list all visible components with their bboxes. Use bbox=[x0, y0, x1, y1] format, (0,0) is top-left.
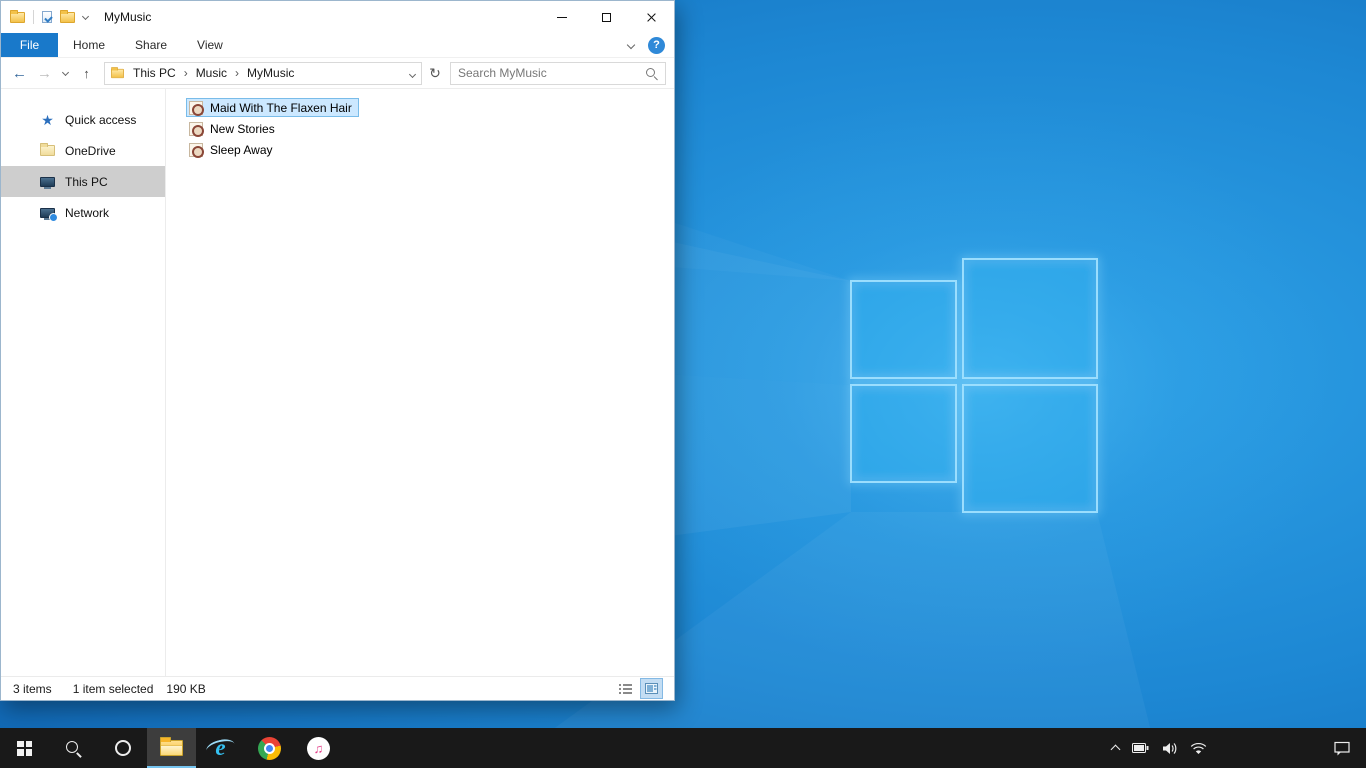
file-explorer-icon bbox=[160, 737, 183, 756]
file-explorer-window: MyMusic File Home Share View ? ← → ↑ Thi… bbox=[0, 0, 675, 701]
cortana-button[interactable] bbox=[98, 728, 147, 768]
window-title: MyMusic bbox=[104, 10, 152, 24]
sidebar-item-onedrive[interactable]: OneDrive bbox=[1, 135, 165, 166]
recent-locations-chevron-icon[interactable] bbox=[57, 68, 74, 76]
taskbar-itunes-button[interactable]: ♫ bbox=[294, 728, 343, 768]
sidebar-item-quick-access[interactable]: ★ Quick access bbox=[1, 104, 165, 135]
onedrive-icon bbox=[39, 143, 56, 156]
up-button[interactable]: ↑ bbox=[74, 67, 99, 80]
maximize-button[interactable] bbox=[584, 1, 629, 33]
details-view-button[interactable] bbox=[615, 679, 636, 698]
file-item-maid-with-the-flaxen-hair[interactable]: Maid With The Flaxen Hair bbox=[186, 98, 359, 117]
items-count: 3 items bbox=[13, 681, 52, 696]
tab-share[interactable]: Share bbox=[120, 33, 182, 57]
sidebar-item-label: OneDrive bbox=[65, 143, 116, 158]
file-item-sleep-away[interactable]: Sleep Away bbox=[186, 140, 280, 159]
window-folder-icon[interactable] bbox=[10, 9, 25, 23]
tab-view[interactable]: View bbox=[182, 33, 238, 57]
quick-access-star-icon: ★ bbox=[41, 111, 54, 128]
back-button[interactable]: ← bbox=[7, 66, 32, 81]
customize-qat-chevron-icon[interactable] bbox=[81, 12, 90, 20]
breadcrumb-separator: › bbox=[235, 66, 240, 80]
sidebar-item-this-pc[interactable]: This PC bbox=[1, 166, 165, 197]
sidebar-item-network[interactable]: Network bbox=[1, 197, 165, 228]
file-name: Sleep Away bbox=[210, 142, 273, 157]
address-bar: ← → ↑ This PC › Music › MyMusic ↻ bbox=[1, 58, 674, 89]
volume-icon[interactable] bbox=[1162, 742, 1177, 755]
music-file-icon bbox=[189, 121, 204, 137]
window-controls bbox=[539, 1, 674, 33]
show-hidden-icons-chevron-icon[interactable] bbox=[1110, 744, 1121, 755]
navigation-pane: ★ Quick access OneDrive This PC Network bbox=[1, 89, 166, 676]
sidebar-item-label: Quick access bbox=[65, 112, 137, 127]
taskbar: e ♫ bbox=[0, 728, 1366, 768]
minimize-button[interactable] bbox=[539, 1, 584, 33]
large-icons-view-button[interactable] bbox=[640, 678, 663, 699]
close-button[interactable] bbox=[629, 1, 674, 33]
this-pc-icon bbox=[39, 176, 56, 189]
sidebar-item-label: Network bbox=[65, 205, 110, 220]
breadcrumb-mymusic[interactable]: MyMusic bbox=[242, 66, 299, 80]
minimize-icon bbox=[556, 16, 567, 18]
taskbar-file-explorer-button[interactable] bbox=[147, 728, 196, 768]
tab-home[interactable]: Home bbox=[58, 33, 120, 57]
file-name: New Stories bbox=[210, 121, 275, 136]
close-icon bbox=[646, 12, 657, 23]
file-item-new-stories[interactable]: New Stories bbox=[186, 119, 282, 138]
selection-count: 1 item selected bbox=[72, 681, 154, 696]
address-box[interactable]: This PC › Music › MyMusic bbox=[104, 61, 422, 85]
itunes-icon: ♫ bbox=[307, 736, 330, 760]
wifi-icon[interactable] bbox=[1190, 742, 1207, 755]
breadcrumb-separator: › bbox=[183, 66, 188, 80]
location-folder-icon bbox=[111, 66, 124, 78]
properties-icon[interactable] bbox=[42, 11, 52, 23]
taskbar-chrome-button[interactable] bbox=[245, 728, 294, 768]
search-input[interactable] bbox=[458, 66, 645, 80]
action-center-icon bbox=[1334, 741, 1350, 755]
file-name: Maid With The Flaxen Hair bbox=[210, 100, 352, 115]
taskbar-search-button[interactable] bbox=[49, 728, 98, 768]
screen: MyMusic File Home Share View ? ← → ↑ Thi… bbox=[0, 0, 1366, 768]
taskbar-internet-explorer-button[interactable]: e bbox=[196, 728, 245, 768]
sidebar-item-label: This PC bbox=[65, 174, 108, 189]
large-icons-view-icon bbox=[645, 683, 658, 694]
music-file-icon bbox=[189, 100, 204, 116]
internet-explorer-icon: e bbox=[208, 735, 234, 761]
help-button[interactable]: ? bbox=[648, 36, 665, 54]
maximize-icon bbox=[602, 12, 611, 22]
address-dropdown-chevron-icon[interactable] bbox=[408, 66, 417, 80]
breadcrumb-music[interactable]: Music bbox=[191, 66, 232, 80]
search-icon bbox=[65, 740, 82, 757]
chrome-icon bbox=[258, 736, 281, 760]
status-bar: 3 items 1 item selected 190 KB bbox=[1, 676, 674, 700]
windows-start-icon bbox=[17, 740, 32, 756]
refresh-button[interactable]: ↻ bbox=[422, 65, 448, 82]
expand-ribbon-chevron-icon[interactable] bbox=[626, 40, 636, 50]
new-folder-icon[interactable] bbox=[60, 9, 75, 23]
forward-button[interactable]: → bbox=[32, 66, 57, 81]
file-list[interactable]: Maid With The Flaxen Hair New Stories Sl… bbox=[166, 89, 674, 676]
battery-icon[interactable] bbox=[1132, 743, 1149, 753]
tray-spacer bbox=[1207, 748, 1319, 749]
tab-file[interactable]: File bbox=[1, 33, 58, 57]
search-box bbox=[450, 61, 666, 85]
search-icon[interactable] bbox=[645, 67, 658, 80]
start-button[interactable] bbox=[0, 728, 49, 768]
ribbon-tabs: File Home Share View ? bbox=[1, 33, 674, 58]
breadcrumb-this-pc[interactable]: This PC bbox=[128, 66, 181, 80]
selection-size: 190 KB bbox=[166, 681, 206, 696]
titlebar[interactable]: MyMusic bbox=[1, 1, 674, 33]
cortana-icon bbox=[114, 740, 131, 756]
quick-access-toolbar bbox=[10, 9, 90, 24]
action-center-button[interactable] bbox=[1319, 728, 1366, 768]
details-view-icon bbox=[619, 684, 632, 694]
network-icon bbox=[39, 207, 58, 222]
system-tray bbox=[1110, 728, 1366, 768]
separator bbox=[33, 10, 34, 24]
music-file-icon bbox=[189, 142, 204, 158]
